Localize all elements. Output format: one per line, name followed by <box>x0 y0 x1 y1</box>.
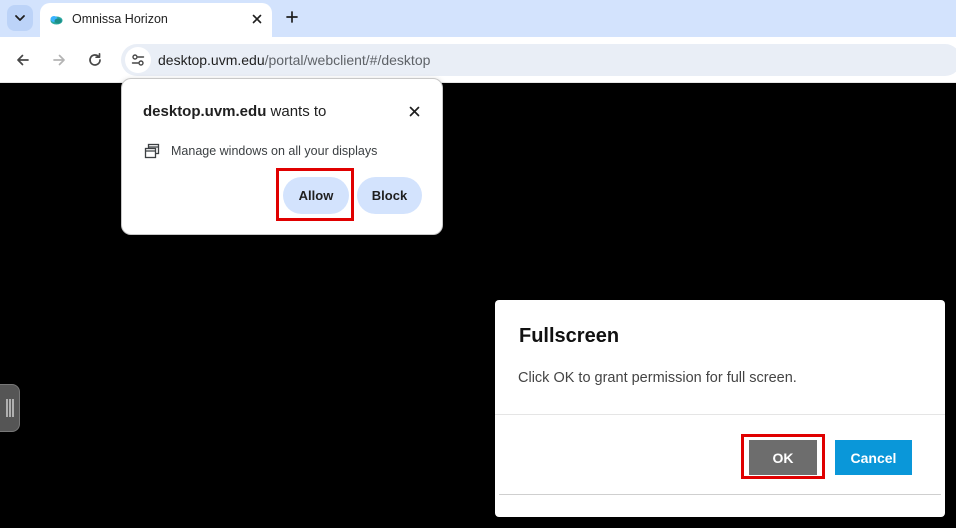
url-host: desktop.uvm.edu <box>158 52 265 68</box>
dialog-message: Click OK to grant permission for full sc… <box>518 370 797 386</box>
side-panel-handle[interactable] <box>0 384 20 432</box>
permission-origin: desktop.uvm.edu <box>143 103 267 120</box>
omnissa-cloud-icon <box>50 16 63 25</box>
url-path: /portal/webclient/#/desktop <box>264 52 431 68</box>
grip-icon <box>5 399 14 417</box>
permission-item-label: Manage windows on all your displays <box>171 144 378 158</box>
cancel-button[interactable]: Cancel <box>835 440 912 475</box>
back-button[interactable] <box>11 48 35 72</box>
block-button[interactable]: Block <box>357 177 422 214</box>
close-icon <box>409 106 419 116</box>
plus-icon <box>286 11 298 23</box>
new-tab-button[interactable] <box>282 7 302 27</box>
arrow-right-icon <box>53 54 65 66</box>
permission-wants-to: wants to <box>266 103 327 120</box>
url-text[interactable]: desktop.uvm.edu/portal/webclient/#/deskt… <box>158 52 430 68</box>
close-icon <box>252 14 262 24</box>
tab-title: Omnissa Horizon <box>72 12 168 26</box>
browser-toolbar: desktop.uvm.edu/portal/webclient/#/deskt… <box>0 37 956 83</box>
tab-strip: Omnissa Horizon <box>0 0 956 37</box>
permission-close-button[interactable] <box>404 101 424 121</box>
permission-title: desktop.uvm.edu wants to <box>143 103 326 120</box>
fullscreen-dialog: Fullscreen Click OK to grant permission … <box>495 300 945 517</box>
chevron-down-icon <box>15 15 25 21</box>
reload-button[interactable] <box>83 48 107 72</box>
tab-search-button[interactable] <box>7 5 33 31</box>
dialog-bottom-line <box>499 494 941 495</box>
address-bar[interactable]: desktop.uvm.edu/portal/webclient/#/deskt… <box>121 44 956 76</box>
site-info-button[interactable] <box>125 47 151 73</box>
dialog-title: Fullscreen <box>519 325 620 347</box>
ok-highlight-box <box>741 434 825 479</box>
forward-button[interactable] <box>47 48 71 72</box>
dialog-divider <box>495 414 945 415</box>
tab-close-button[interactable] <box>248 10 266 28</box>
browser-tab[interactable]: Omnissa Horizon <box>40 3 272 37</box>
windows-icon <box>144 143 160 159</box>
tune-icon <box>131 54 145 66</box>
allow-highlight-box <box>276 168 354 221</box>
arrow-left-icon <box>17 54 29 66</box>
reload-icon <box>89 52 101 66</box>
